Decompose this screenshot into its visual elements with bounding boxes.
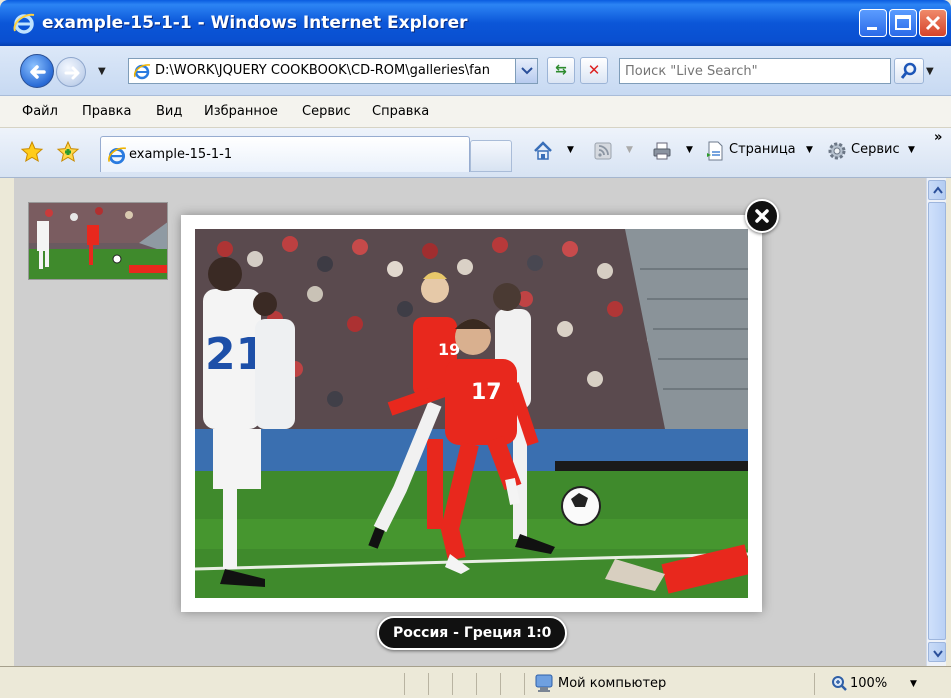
tools-dropdown-icon[interactable]: ▼: [908, 145, 915, 155]
page-menu-button[interactable]: Страница: [729, 142, 796, 157]
menu-tools[interactable]: Сервис: [302, 104, 351, 119]
lightbox-frame: adi 21 19: [181, 215, 762, 612]
zoom-dropdown-icon[interactable]: ▼: [910, 679, 917, 689]
favorites-star-icon[interactable]: [20, 140, 44, 164]
tools-menu-button[interactable]: Сервис: [851, 142, 900, 157]
toolbar-overflow-button[interactable]: »: [934, 130, 942, 145]
search-button[interactable]: [894, 58, 924, 84]
close-icon: [925, 15, 941, 31]
chevron-down-icon: [933, 650, 943, 658]
home-dropdown-icon[interactable]: ▼: [567, 145, 574, 155]
menu-file[interactable]: Файл: [22, 104, 58, 119]
close-window-button[interactable]: [919, 9, 947, 37]
address-field[interactable]: D:\WORK\JQUERY COOKBOOK\CD-ROM\galleries…: [128, 58, 538, 84]
menu-bar: Файл Правка Вид Избранное Сервис Справка: [0, 96, 951, 128]
computer-zone-icon: [535, 674, 553, 692]
menu-help[interactable]: Справка: [372, 104, 429, 119]
football-photo: adi 21 19: [195, 229, 748, 598]
page-icon[interactable]: [704, 140, 726, 162]
refresh-button[interactable]: ⇆: [547, 57, 575, 84]
menu-edit[interactable]: Правка: [82, 104, 131, 119]
tab-label: example-15-1-1: [129, 147, 233, 162]
scroll-down-button[interactable]: [928, 642, 946, 662]
lightbox-caption: Россия - Греция 1:0: [377, 616, 568, 650]
scrollbar-thumb[interactable]: [928, 202, 946, 640]
status-divider: [476, 673, 477, 695]
svg-text:17: 17: [471, 380, 502, 405]
zoom-level[interactable]: 100%: [850, 676, 887, 691]
internet-explorer-icon: [13, 13, 35, 34]
ie-page-icon: [133, 64, 151, 80]
stop-icon: ✕: [587, 61, 601, 79]
chevron-up-icon: [933, 186, 943, 194]
forward-button[interactable]: [56, 57, 86, 87]
lightbox-close-button[interactable]: [745, 199, 779, 233]
tab-example-15-1-1[interactable]: example-15-1-1: [100, 136, 470, 172]
minimize-button[interactable]: [859, 9, 887, 37]
status-divider: [524, 673, 525, 695]
feeds-icon[interactable]: [592, 140, 614, 162]
maximize-icon: [895, 15, 911, 30]
address-toolbar: ▼ D:\WORK\JQUERY COOKBOOK\CD-ROM\galleri…: [0, 46, 951, 96]
stop-button[interactable]: ✕: [580, 57, 608, 84]
vertical-scrollbar[interactable]: [926, 178, 946, 666]
arrow-left-icon: [30, 65, 46, 79]
home-icon[interactable]: [532, 140, 554, 162]
lightbox-photo[interactable]: adi 21 19: [195, 229, 748, 598]
address-url[interactable]: D:\WORK\JQUERY COOKBOOK\CD-ROM\galleries…: [155, 63, 510, 78]
feeds-dropdown-icon[interactable]: ▼: [626, 145, 633, 155]
ie-page-icon: [108, 147, 126, 165]
gear-icon[interactable]: [826, 140, 848, 162]
page-dropdown-icon[interactable]: ▼: [806, 145, 813, 155]
maximize-button[interactable]: [889, 9, 917, 37]
add-favorites-icon[interactable]: [56, 140, 80, 164]
minimize-icon: [867, 27, 877, 30]
history-dropdown-icon[interactable]: ▼: [98, 66, 106, 77]
security-zone-label: Мой компьютер: [558, 676, 667, 691]
new-tab-button[interactable]: [470, 140, 512, 172]
page-content: adi 21 19: [14, 178, 926, 666]
print-dropdown-icon[interactable]: ▼: [686, 145, 693, 155]
menu-view[interactable]: Вид: [156, 104, 182, 119]
search-icon: [900, 62, 917, 79]
status-divider: [404, 673, 405, 695]
address-dropdown-button[interactable]: [515, 59, 537, 83]
status-divider: [500, 673, 501, 695]
title-bar: example-15-1-1 - Windows Internet Explor…: [0, 0, 951, 46]
zoom-icon[interactable]: [830, 674, 848, 692]
status-divider: [452, 673, 453, 695]
search-options-dropdown-icon[interactable]: ▼: [926, 66, 934, 77]
gallery-thumbnail[interactable]: [28, 202, 168, 280]
tab-toolbar: example-15-1-1 ▼ ▼ ▼ Страница ▼ Сервис ▼…: [0, 128, 951, 178]
window-title: example-15-1-1 - Windows Internet Explor…: [42, 13, 468, 33]
refresh-icon: ⇆: [555, 62, 567, 78]
thumbnail-image: [29, 203, 167, 279]
chevron-down-icon: [521, 67, 533, 75]
close-icon: [755, 209, 769, 223]
search-field[interactable]: [619, 58, 891, 84]
arrow-right-icon: [64, 66, 80, 80]
back-button[interactable]: [20, 54, 54, 88]
status-divider: [428, 673, 429, 695]
search-input[interactable]: [620, 59, 890, 83]
status-bar: Мой компьютер 100% ▼: [0, 666, 951, 698]
print-icon[interactable]: [651, 140, 673, 162]
menu-favorites[interactable]: Избранное: [204, 104, 278, 119]
status-divider: [814, 673, 815, 695]
scroll-up-button[interactable]: [928, 180, 946, 200]
